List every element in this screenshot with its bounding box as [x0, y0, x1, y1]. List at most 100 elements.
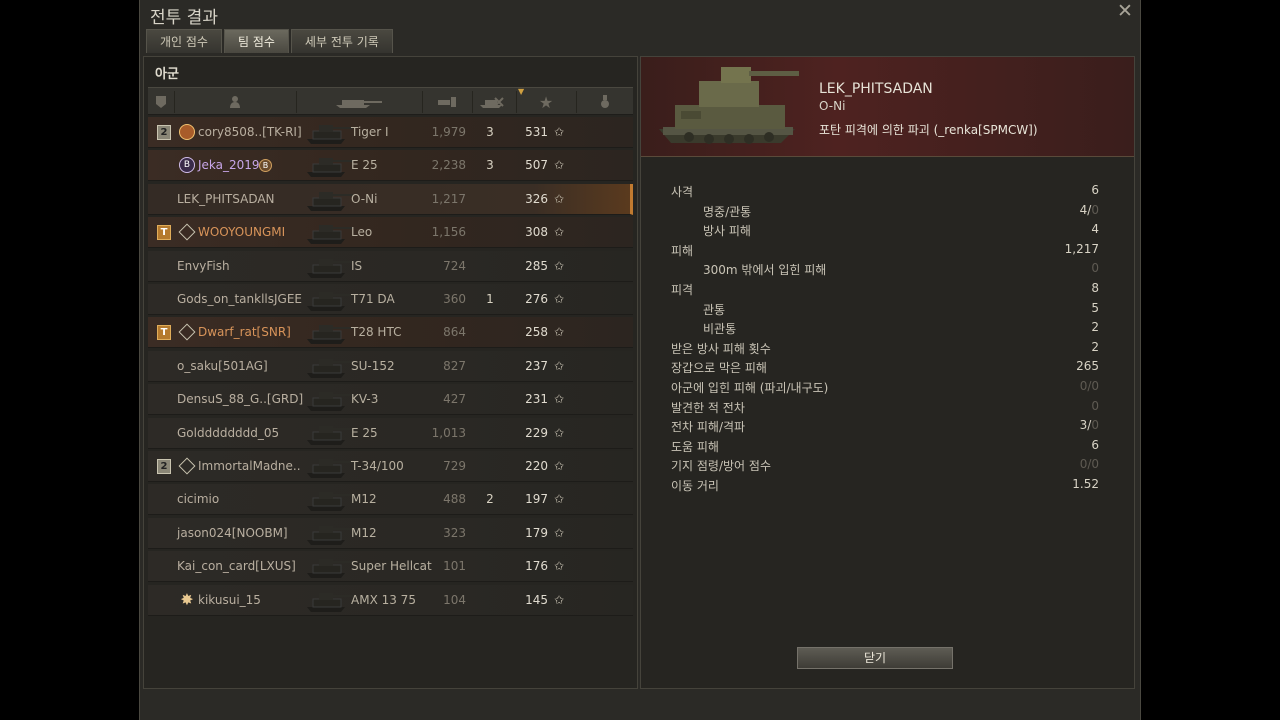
- window-title: 전투 결과: [150, 8, 218, 28]
- player-name: kikusui_15: [198, 592, 261, 607]
- stat-value: 6: [1091, 183, 1099, 197]
- tank-icon: [303, 453, 355, 479]
- player-icon[interactable]: [174, 88, 296, 116]
- tab-detailed-record[interactable]: 세부 전투 기록: [290, 29, 393, 53]
- tank-name: AMX 13 75: [351, 592, 416, 607]
- player-row[interactable]: EnvyFish IS 724 285 ✩: [148, 250, 633, 282]
- tank-icon: [303, 486, 355, 512]
- stat-row: 명중/관통 4/0: [671, 201, 1099, 221]
- xp-value: 237: [525, 358, 548, 373]
- tab-bar: 개인 점수 팀 점수 세부 전투 기록: [146, 29, 393, 53]
- kills-value: 3: [486, 125, 494, 139]
- damage-icon[interactable]: [422, 88, 472, 116]
- tank-name: T28 HTC: [351, 325, 402, 340]
- tank-icon: [303, 319, 355, 345]
- stat-value: 3/0: [1079, 418, 1099, 433]
- star-icon: ✩: [554, 125, 565, 139]
- tank-name: E 25: [351, 425, 378, 440]
- stat-label: 관통: [703, 302, 726, 317]
- player-row[interactable]: DensuS_88_G..[GRD] KV-3 427 231 ✩: [148, 384, 633, 416]
- tank-name: O-Ni: [351, 191, 378, 206]
- xp-value: 258: [525, 325, 548, 340]
- xp-value: 531: [525, 125, 548, 139]
- player-name: ImmortalMadne..: [198, 459, 301, 473]
- column-header: ▼ ★: [148, 87, 633, 115]
- player-row[interactable]: o_saku[501AG] SU-152 827 237 ✩: [148, 350, 633, 382]
- stat-value: 0/0: [1079, 378, 1099, 393]
- player-name: o_saku[501AG]: [177, 358, 268, 373]
- player-row[interactable]: cicimio M12 488 2 197 ✩: [148, 484, 633, 516]
- star-icon: ✩: [554, 158, 565, 173]
- medal-icon: [179, 124, 195, 140]
- platoon-icon[interactable]: [148, 88, 174, 116]
- player-name: DensuS_88_G..[GRD]: [177, 392, 304, 407]
- player-row[interactable]: Kai_con_card[LXUS] Super Hellcat 101 176 ✩: [148, 551, 633, 583]
- stat-row: 도움 피해 6: [671, 436, 1099, 456]
- stat-value: 1,217: [1064, 241, 1099, 256]
- team-label: 아군: [155, 67, 179, 82]
- close-window-icon[interactable]: ✕: [1116, 2, 1134, 21]
- player-detail-panel: LEK_PHITSADAN O-Ni 포탄 피격에 의한 파괴 (_renka[…: [640, 56, 1135, 689]
- player-row[interactable]: T Dwarf_rat[SNR] T28 HTC 864 258 ✩: [148, 317, 633, 349]
- tab-team-score[interactable]: 팀 점수: [223, 29, 289, 53]
- tank-name: E 25: [351, 158, 378, 173]
- stat-row: 받은 방사 피해 횟수 2: [671, 338, 1099, 358]
- star-icon: ✩: [554, 559, 565, 574]
- player-name: Goldddddddd_05: [177, 425, 280, 440]
- player-row[interactable]: Goldddddddd_05 E 25 1,013 229 ✩: [148, 417, 633, 449]
- b-badge-icon: B: [259, 159, 272, 173]
- player-name: LEK_PHITSADAN: [177, 191, 275, 206]
- xp-star-icon[interactable]: ▼ ★: [516, 87, 576, 116]
- damage-value: 104: [443, 592, 466, 607]
- damage-value: 360: [443, 292, 466, 306]
- tank-name: T-34/100: [351, 459, 404, 473]
- xp-value: 308: [525, 225, 548, 240]
- xp-value: 229: [525, 425, 548, 440]
- vehicle-image: [659, 67, 799, 144]
- star-icon: ✩: [554, 225, 565, 240]
- tank-name: IS: [351, 258, 363, 273]
- star-icon: ✩: [554, 525, 565, 540]
- tank-icon: [303, 119, 355, 145]
- stat-label: 명중/관통: [703, 204, 752, 219]
- damage-value: 1,979: [431, 125, 466, 139]
- tab-personal-score[interactable]: 개인 점수: [146, 29, 222, 53]
- tank-name: Leo: [351, 225, 373, 240]
- stat-label: 받은 방사 피해 횟수: [671, 341, 771, 356]
- vehicle-header: LEK_PHITSADAN O-Ni 포탄 피격에 의한 파괴 (_renka[…: [641, 57, 1134, 157]
- tank-icon: [303, 286, 355, 312]
- close-button[interactable]: 닫기: [797, 647, 953, 669]
- player-name: EnvyFish: [177, 258, 230, 273]
- star-icon: ✩: [554, 459, 565, 473]
- stat-row: 아군에 입힌 피해 (파괴/내구도) 0/0: [671, 377, 1099, 397]
- player-row[interactable]: 2 ImmortalMadne.. T-34/100 729 220 ✩: [148, 451, 633, 482]
- star-icon: ✩: [554, 191, 565, 206]
- stat-value: 5: [1091, 300, 1099, 315]
- tank-icon: [303, 386, 355, 412]
- player-row[interactable]: 2 cory8508..[TK-RI] Tiger I 1,979 3 531 ✩: [148, 117, 633, 148]
- player-row[interactable]: jason024[NOOBM] M12 323 179 ✩: [148, 517, 633, 549]
- star-icon: ✩: [554, 492, 565, 507]
- stat-label: 300m 밖에서 입힌 피해: [703, 263, 827, 278]
- stat-label: 도움 피해: [671, 439, 719, 454]
- xp-value: 145: [525, 592, 548, 607]
- player-row[interactable]: ✸ kikusui_15 AMX 13 75 104 145 ✩: [148, 584, 633, 616]
- tank-icon: [303, 553, 355, 579]
- stat-row: 사격 6: [671, 181, 1099, 201]
- tank-icon[interactable]: [296, 88, 422, 116]
- tank-icon: [303, 420, 355, 446]
- damage-value: 1,156: [431, 225, 466, 240]
- tank-icon: [303, 152, 355, 178]
- player-row[interactable]: T WOOYOUNGMI Leo 1,156 308 ✩: [148, 217, 633, 249]
- xp-value: 231: [525, 392, 548, 407]
- medal-icon[interactable]: [576, 88, 633, 116]
- player-name: Kai_con_card[LXUS]: [177, 559, 296, 574]
- player-row[interactable]: Gods_on_tankllsJGEE T71 DA 360 1 276 ✩: [148, 284, 633, 315]
- detail-tank-name: O-Ni: [819, 99, 846, 113]
- stat-label: 장갑으로 막은 피해: [671, 361, 767, 376]
- player-row[interactable]: B Jeka_2019 B E 25 2,238 3 507 ✩: [148, 150, 633, 182]
- player-name: Gods_on_tankllsJGEE: [177, 292, 302, 306]
- kills-icon[interactable]: [472, 88, 516, 116]
- player-row[interactable]: LEK_PHITSADAN O-Ni 1,217 326 ✩: [148, 183, 633, 215]
- detail-death-status: 포탄 피격에 의한 파괴 (_renka[SPMCW]): [819, 123, 1038, 137]
